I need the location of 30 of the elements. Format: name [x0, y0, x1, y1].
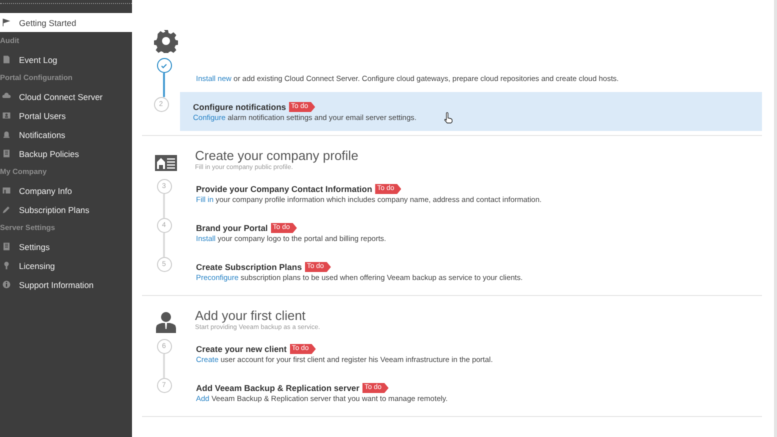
sidebar-item[interactable]: Getting Started — [0, 13, 132, 32]
connector-line — [163, 73, 165, 97]
sidebar-item[interactable]: Support Information — [0, 275, 132, 294]
sidebar-item[interactable]: Subscription Plans — [0, 200, 132, 219]
hand-cursor-icon — [443, 112, 453, 124]
pencil-icon — [2, 205, 11, 214]
connector-line — [163, 194, 165, 218]
step-title: Create Subscription Plans — [196, 262, 302, 272]
sidebar-item[interactable]: Backup Policies — [0, 144, 132, 163]
document-icon — [2, 55, 11, 64]
step-title: Brand your Portal — [196, 223, 268, 233]
bell-icon — [2, 130, 11, 139]
sidebar-item[interactable]: Licensing — [0, 256, 132, 275]
flag-icon — [2, 18, 11, 27]
sidebar-item[interactable]: Settings — [0, 237, 132, 256]
connector-line — [163, 354, 165, 378]
section-title: Create your company profile — [195, 148, 358, 163]
sidebar-item[interactable]: Portal Users — [0, 106, 132, 125]
sidebar-item[interactable]: Event Log — [0, 50, 132, 69]
gear-icon — [154, 29, 178, 53]
sidebar-item[interactable]: Notifications — [0, 125, 132, 144]
connector-line — [163, 233, 165, 257]
step-title: Create your new client — [196, 344, 287, 354]
step-title: Add Veeam Backup & Replication server — [196, 383, 360, 393]
sidebar-item[interactable]: Cloud Connect Server — [0, 87, 132, 106]
step-title: Provide your Company Contact Information — [196, 184, 372, 194]
step-title: Configure notifications — [193, 102, 286, 112]
section-title: Add your first client — [195, 308, 307, 323]
sidebar-item[interactable]: Company Info — [0, 181, 132, 200]
cloud-icon — [2, 92, 11, 101]
